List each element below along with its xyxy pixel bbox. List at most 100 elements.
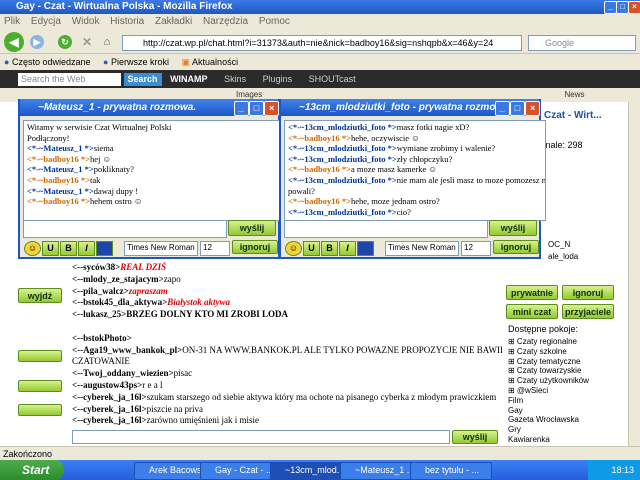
nick-list-item[interactable]: OC_N: [548, 240, 570, 249]
close-button[interactable]: ×: [264, 101, 279, 116]
private-message-input[interactable]: [284, 220, 488, 238]
room-item[interactable]: Gazeta Wrocławska: [508, 415, 618, 425]
message-nick[interactable]: <*-~13cm_mlodziutki_foto *>: [288, 175, 397, 185]
chat-nick[interactable]: <--augustow43ps>: [72, 380, 142, 390]
reload-icon[interactable]: ↻: [58, 35, 72, 49]
close-button[interactable]: ×: [628, 1, 640, 14]
bookmark-pierwsze-kroki[interactable]: Pierwsze kroki: [111, 57, 169, 67]
message-nick[interactable]: <*-~Mateusz_1 *>: [27, 164, 94, 174]
room-item[interactable]: Gay: [508, 406, 618, 416]
message-nick[interactable]: <*-~Mateusz_1 *>: [27, 143, 94, 153]
maximize-button[interactable]: □: [249, 101, 264, 116]
address-bar[interactable]: http://czat.wp.pl/chat.html?i=31373&auth…: [122, 35, 522, 51]
room-item[interactable]: ⊞ Czaty towarzyskie: [508, 366, 618, 376]
chat-nick[interactable]: <--Aga19_www_bankok_pl>: [72, 345, 182, 355]
italic-button[interactable]: I: [78, 241, 95, 256]
color-button[interactable]: [96, 241, 113, 256]
bold-button[interactable]: B: [321, 241, 338, 256]
minimize-button[interactable]: _: [234, 101, 249, 116]
maximize-button[interactable]: □: [510, 101, 525, 116]
message-nick[interactable]: <*-~badboy16 *>: [288, 133, 351, 143]
emoticon-icon[interactable]: ☺: [285, 241, 302, 256]
home-icon[interactable]: ⌂: [100, 35, 114, 49]
color-button[interactable]: [357, 241, 374, 256]
taskbar-item[interactable]: Arek Bacows...: [134, 462, 210, 480]
back-icon[interactable]: ◀: [4, 32, 24, 52]
ignore-button[interactable]: ignoruj: [562, 285, 614, 300]
taskbar-item[interactable]: bez tytułu - ...: [410, 462, 492, 480]
web-search-button[interactable]: Search: [123, 73, 162, 86]
message-nick[interactable]: <*-~badboy16 *>: [27, 175, 90, 185]
images-link[interactable]: Images: [236, 90, 262, 99]
exit-button[interactable]: wyjdź: [18, 288, 62, 303]
chat-nick[interactable]: <--mlody_ze_stajacym>: [72, 274, 164, 284]
menu-pomoc[interactable]: Pomoc: [259, 16, 290, 27]
message-nick[interactable]: <*-~badboy16 *>: [288, 196, 351, 206]
send-button[interactable]: wyślij: [489, 220, 537, 236]
room-item[interactable]: Gry: [508, 425, 618, 435]
chat-nick[interactable]: <--pila_walcz>: [72, 286, 129, 296]
message-nick[interactable]: <*-~Mateusz_1 *>: [27, 186, 94, 196]
close-button[interactable]: ×: [525, 101, 540, 116]
nick-list-item[interactable]: ale_loda: [548, 252, 578, 261]
main-message-input[interactable]: [72, 430, 450, 444]
shoutcast-menu[interactable]: SHOUTcast: [309, 74, 356, 84]
left-button-3[interactable]: [18, 404, 62, 416]
room-item[interactable]: Film: [508, 396, 618, 406]
room-item[interactable]: ⊞ Czaty regionalne: [508, 337, 618, 347]
room-item[interactable]: ⊞ Czaty tematyczne: [508, 357, 618, 367]
mini-chat-button[interactable]: mini czat: [506, 304, 558, 319]
emoticon-icon[interactable]: ☺: [24, 241, 41, 256]
send-button[interactable]: wyślij: [228, 220, 276, 236]
menu-edycja[interactable]: Edycja: [31, 16, 61, 27]
news-link[interactable]: News: [564, 90, 584, 99]
main-send-button[interactable]: wyślij: [452, 430, 498, 444]
room-item[interactable]: ⊞ @wSieci: [508, 386, 618, 396]
message-nick[interactable]: <*-~badboy16 *>: [288, 164, 351, 174]
underline-button[interactable]: U: [42, 241, 59, 256]
menu-plik[interactable]: Plik: [4, 16, 20, 27]
chat-nick[interactable]: <--cyberek_ja_16l>: [72, 415, 147, 425]
message-nick[interactable]: <*-~13cm_mlodziutki_foto *>: [288, 122, 397, 132]
message-nick[interactable]: <*-~badboy16 *>: [27, 196, 90, 206]
plugins-menu[interactable]: Plugins: [263, 74, 293, 84]
bold-button[interactable]: B: [60, 241, 77, 256]
chat-nick[interactable]: <--cyberek_ja_16l>: [72, 392, 147, 402]
menu-zakladki[interactable]: Zakładki: [155, 16, 192, 27]
minimize-button[interactable]: _: [495, 101, 510, 116]
bookmark-aktualnosci[interactable]: Aktualności: [192, 57, 238, 67]
chat-nick[interactable]: <--lukasz_25>: [72, 309, 126, 319]
chat-nick[interactable]: <--syców38>: [72, 262, 120, 272]
menu-historia[interactable]: Historia: [110, 16, 144, 27]
font-select[interactable]: Times New Roman: [124, 241, 198, 256]
size-select[interactable]: 12: [461, 241, 491, 256]
message-nick[interactable]: <*-~13cm_mlodziutki_foto *>: [288, 154, 397, 164]
underline-button[interactable]: U: [303, 241, 320, 256]
private-button[interactable]: prywatnie: [506, 285, 558, 300]
ignore-button[interactable]: ignoruj: [493, 240, 539, 254]
room-item[interactable]: ⊞ Czaty użytkowników: [508, 376, 618, 386]
size-select[interactable]: 12: [200, 241, 230, 256]
search-input[interactable]: Google: [528, 35, 636, 51]
friends-button[interactable]: przyjaciele: [562, 304, 614, 319]
font-select[interactable]: Times New Roman: [385, 241, 459, 256]
menu-widok[interactable]: Widok: [72, 16, 100, 27]
message-nick[interactable]: <*-~13cm_mlodziutki_foto *>: [288, 143, 397, 153]
stop-icon[interactable]: ✕: [80, 35, 94, 49]
bookmark-czesto[interactable]: Często odwiedzane: [12, 57, 91, 67]
page-scrollbar[interactable]: [628, 102, 640, 446]
chat-nick[interactable]: <--bstokPhoto>: [72, 333, 132, 343]
menu-narzedzia[interactable]: Narzędzia: [203, 16, 248, 27]
private-message-input[interactable]: [23, 220, 227, 238]
skins-menu[interactable]: Skins: [224, 74, 246, 84]
chat-nick[interactable]: <--bstok45_dla_aktywa>: [72, 297, 167, 307]
ignore-button[interactable]: ignoruj: [232, 240, 278, 254]
start-button[interactable]: Start: [0, 460, 64, 480]
room-item[interactable]: ⊞ Czaty szkolne: [508, 347, 618, 357]
chat-nick[interactable]: <--szczecinek_grubasek>: [72, 427, 168, 428]
italic-button[interactable]: I: [339, 241, 356, 256]
forward-icon[interactable]: ▶: [30, 35, 44, 49]
message-nick[interactable]: <*-~badboy16 *>: [27, 154, 90, 164]
left-button-1[interactable]: [18, 350, 62, 362]
chat-nick[interactable]: <--cyberek_ja_16l>: [72, 404, 147, 414]
